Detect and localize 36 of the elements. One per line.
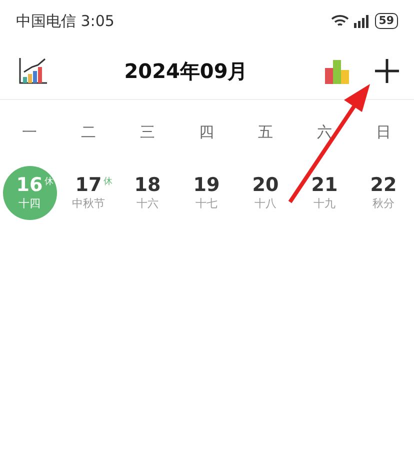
- finance-chart-icon[interactable]: [18, 56, 48, 84]
- weekday-label: 二: [80, 122, 97, 143]
- day-number: 22: [370, 174, 397, 196]
- lunar-date: 十六: [136, 196, 158, 212]
- bar-chart-icon[interactable]: [324, 58, 350, 84]
- day-number: 21: [311, 174, 338, 196]
- weekday-label: 五: [257, 122, 274, 143]
- weekday-label: 日: [375, 122, 392, 143]
- day-number: 19: [193, 174, 220, 196]
- weekday-label: 六: [316, 122, 333, 143]
- signal-icon: [352, 14, 371, 28]
- day-cell[interactable]: 18 十六: [120, 166, 174, 220]
- holiday-mark: 休: [44, 176, 54, 189]
- lunar-date: 十七: [196, 196, 218, 212]
- lunar-date: 十九: [314, 196, 336, 212]
- weekday-label: 三: [139, 122, 156, 143]
- month-title[interactable]: 2024年09月: [124, 56, 248, 86]
- battery-level: 59: [374, 13, 398, 29]
- weekday-label: 四: [198, 122, 215, 143]
- day-cell[interactable]: 22 秋分: [356, 166, 410, 220]
- day-cell[interactable]: 21 十九: [298, 166, 352, 220]
- add-icon[interactable]: [374, 58, 400, 84]
- carrier-time: 中国电信 3:05: [16, 10, 114, 32]
- lunar-date: 秋分: [372, 196, 394, 212]
- day-number: 20: [252, 174, 279, 196]
- lunar-date: 十四: [18, 196, 40, 212]
- day-cell[interactable]: 20 十八: [238, 166, 292, 220]
- day-number: 16: [16, 174, 43, 196]
- day-number: 18: [134, 174, 161, 196]
- wifi-icon: [330, 14, 349, 28]
- day-cell[interactable]: 19 十七: [180, 166, 234, 220]
- day-number: 17: [75, 174, 102, 196]
- lunar-date: 中秋节: [72, 196, 105, 212]
- lunar-date: 十八: [254, 196, 276, 212]
- weekday-label: 一: [21, 122, 38, 143]
- holiday-mark: 休: [104, 176, 113, 189]
